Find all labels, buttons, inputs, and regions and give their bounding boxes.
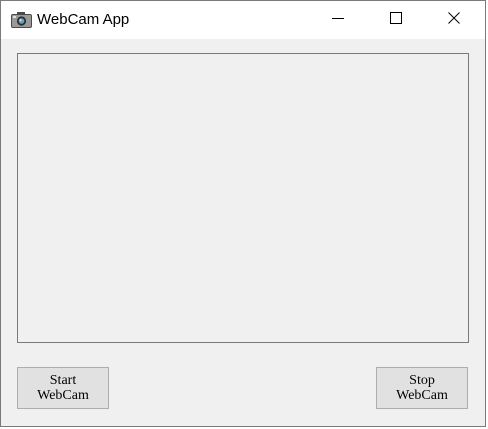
close-icon [448, 11, 460, 29]
title-bar[interactable]: WebCam App [1, 1, 485, 39]
stop-webcam-button[interactable]: Stop WebCam [376, 367, 468, 409]
minimize-icon [332, 11, 344, 29]
maximize-button[interactable] [367, 1, 425, 39]
minimize-button[interactable] [309, 1, 367, 39]
webcam-preview-area [17, 53, 469, 343]
app-window: WebCam App Start WebCam Stop WebCam [0, 0, 486, 427]
close-button[interactable] [425, 1, 483, 39]
camera-icon [11, 11, 32, 28]
window-title: WebCam App [37, 11, 130, 28]
start-webcam-button[interactable]: Start WebCam [17, 367, 109, 409]
maximize-icon [390, 11, 402, 29]
